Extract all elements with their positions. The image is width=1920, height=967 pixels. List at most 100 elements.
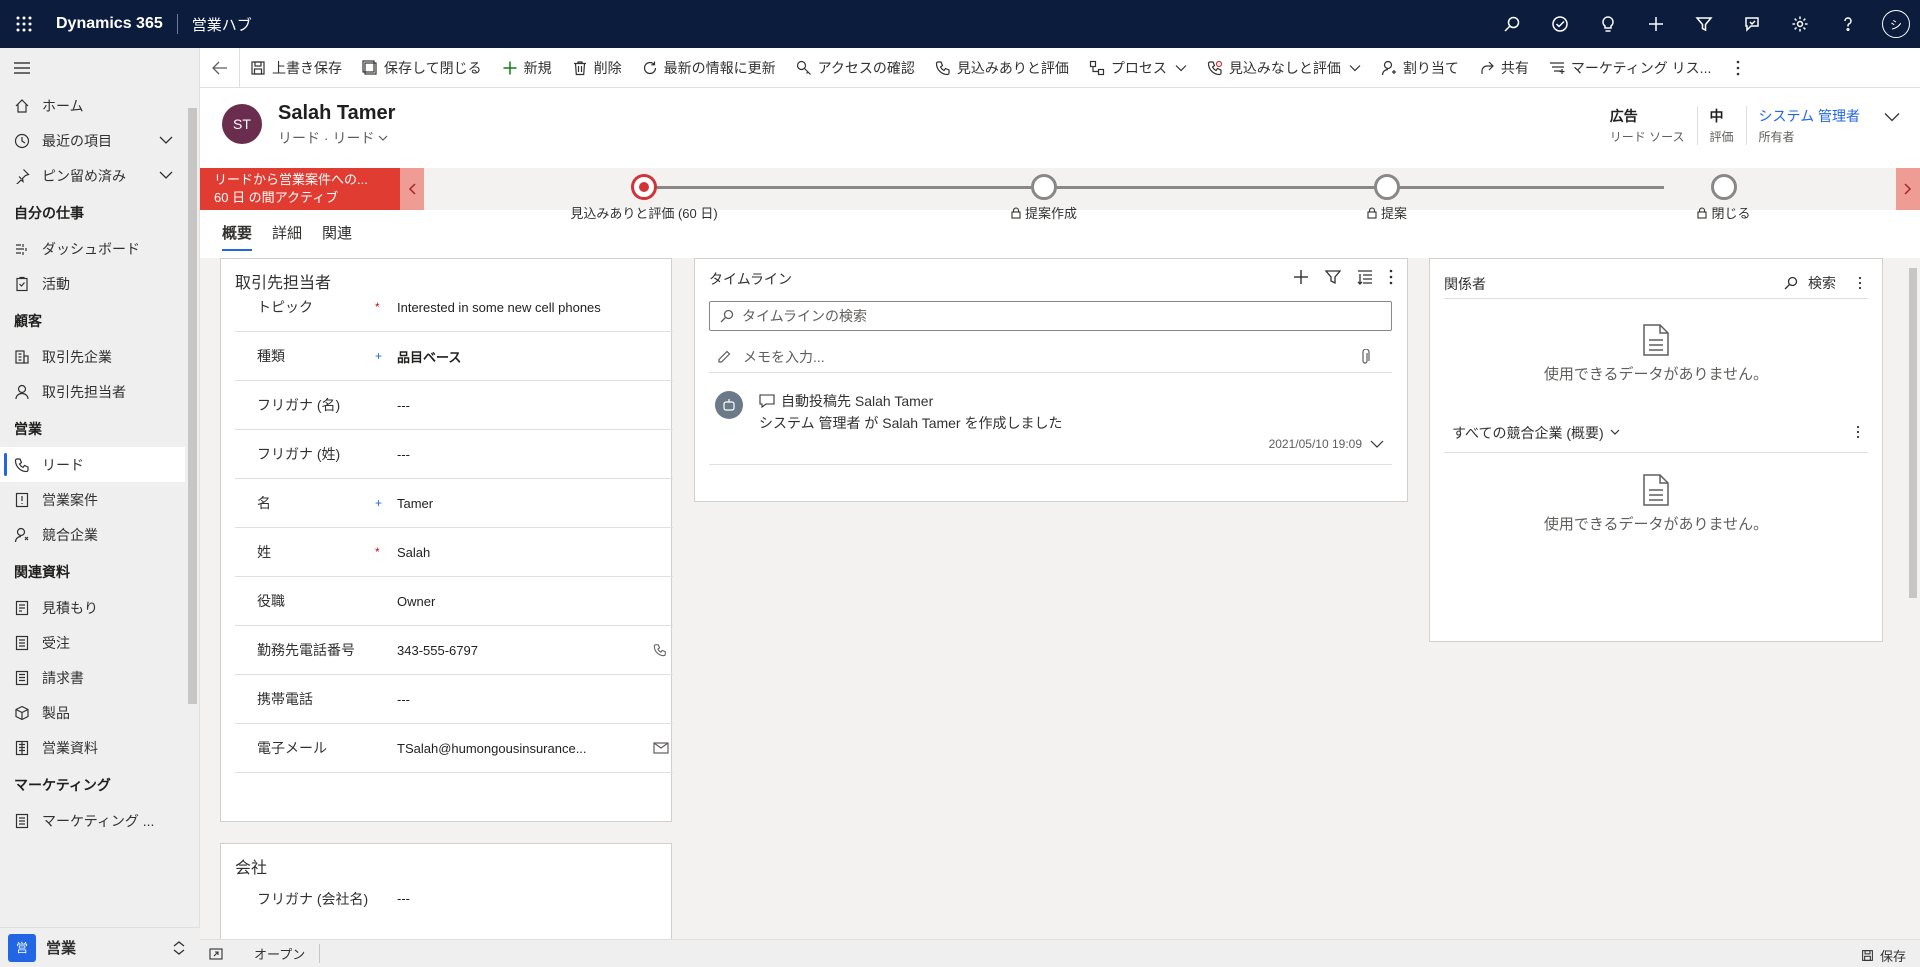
sidebar-item-invoices[interactable]: 請求書 — [0, 660, 199, 695]
more-commands-button[interactable] — [1721, 48, 1761, 88]
new-button[interactable]: 新規 — [492, 48, 562, 88]
tab-details[interactable]: 詳細 — [272, 222, 302, 251]
field-value[interactable]: --- — [397, 398, 673, 413]
sort-icon[interactable] — [1357, 269, 1373, 285]
save-button[interactable]: 上書き保存 — [240, 48, 352, 88]
open-in-new-window-icon[interactable] — [200, 947, 232, 960]
scrollbar-thumb[interactable] — [1909, 268, 1917, 598]
field-yomi-last-name[interactable]: フリガナ (姓) --- — [235, 430, 673, 479]
stakeholders-search-button[interactable]: 検索 — [1808, 273, 1836, 293]
sidebar-item-competitors[interactable]: 競合企業 — [0, 517, 199, 552]
bpf-stage-close[interactable]: 閉じる — [1594, 168, 1854, 222]
plus-icon[interactable] — [1293, 269, 1309, 285]
scrollbar-thumb[interactable] — [188, 108, 197, 704]
field-value[interactable]: Tamer — [397, 496, 673, 511]
field-yomi-company-name[interactable]: フリガナ (会社名) --- — [235, 874, 673, 923]
sidebar-item-contacts[interactable]: 取引先担当者 — [0, 374, 199, 409]
brand-name[interactable]: Dynamics 365 — [48, 15, 177, 33]
sidebar-item-activities[interactable]: 活動 — [0, 266, 199, 301]
tab-related[interactable]: 関連 — [322, 222, 352, 251]
back-button[interactable] — [200, 47, 240, 88]
refresh-button[interactable]: 最新の情報に更新 — [632, 48, 786, 88]
phone-icon[interactable] — [653, 643, 673, 657]
target-icon[interactable] — [1536, 0, 1584, 48]
sidebar-item-orders[interactable]: 受注 — [0, 625, 199, 660]
bpf-prev-button[interactable] — [400, 168, 424, 210]
statusbar-save-button[interactable]: 保存 — [1861, 946, 1906, 965]
search-icon[interactable] — [1488, 0, 1536, 48]
save-and-close-button[interactable]: 保存して閉じる — [352, 48, 492, 88]
sidebar-item-marketing-lists[interactable]: マーケティング ... — [0, 803, 199, 838]
field-value[interactable]: Salah — [397, 545, 673, 560]
field-first-name[interactable]: 名 + Tamer — [235, 479, 673, 528]
timeline-post[interactable]: 自動投稿先 Salah Tamer システム 管理者 が Salah Tamer… — [709, 383, 1392, 465]
hamburger-menu-icon[interactable] — [0, 48, 199, 88]
share-button[interactable]: 共有 — [1469, 48, 1539, 88]
field-business-phone[interactable]: 勤務先電話番号 343-555-6797 — [235, 626, 673, 675]
form-scrollbar[interactable] — [1906, 258, 1920, 939]
help-icon[interactable] — [1824, 0, 1872, 48]
chevron-down-icon[interactable] — [1884, 112, 1900, 122]
tab-summary[interactable]: 概要 — [222, 222, 253, 251]
field-value[interactable]: --- — [397, 891, 673, 906]
filter-icon[interactable] — [1680, 0, 1728, 48]
sidebar-item-quotes[interactable]: 見積もり — [0, 590, 199, 625]
field-job-title[interactable]: 役職 Owner — [235, 577, 673, 626]
paperclip-icon[interactable] — [1360, 349, 1370, 365]
app-name[interactable]: 営業ハブ — [178, 14, 252, 35]
gear-icon[interactable] — [1776, 0, 1824, 48]
qualify-button[interactable]: 見込みありと評価 — [925, 48, 1079, 88]
chevron-down-icon[interactable] — [1370, 440, 1384, 448]
form-selector[interactable]: リード · リード — [278, 128, 388, 148]
field-value[interactable]: 343-555-6797 — [397, 643, 653, 658]
user-avatar[interactable]: シ — [1872, 0, 1920, 48]
field-mobile-phone[interactable]: 携帯電話 --- — [235, 675, 673, 724]
sidebar-item-sales-literature[interactable]: 営業資料 — [0, 730, 199, 765]
disqualify-button[interactable]: 見込みなしと評価 — [1197, 48, 1371, 88]
marketing-list-button[interactable]: マーケティング リス... — [1539, 48, 1721, 88]
field-topic[interactable]: トピック * Interested in some new cell phone… — [235, 283, 673, 332]
sidebar-scrollbar[interactable] — [185, 108, 199, 967]
lightbulb-icon[interactable] — [1584, 0, 1632, 48]
bpf-next-button[interactable] — [1896, 168, 1920, 210]
active-process-flyout[interactable]: リードから営業案件への... 60 日 の間アクティブ — [200, 168, 400, 210]
area-switcher[interactable]: 営 営業 — [0, 927, 200, 967]
timeline-search-input[interactable]: タイムラインの検索 — [709, 301, 1392, 331]
more-vertical-icon[interactable] — [1858, 276, 1862, 290]
bpf-stage-propose[interactable]: 提案 — [1257, 168, 1517, 222]
field-value[interactable]: TSalah@humongousinsurance... — [397, 741, 653, 756]
field-last-name[interactable]: 姓 * Salah — [235, 528, 673, 577]
assign-button[interactable]: 割り当て — [1371, 48, 1469, 88]
mail-icon[interactable] — [653, 742, 673, 754]
process-button[interactable]: プロセス — [1079, 48, 1197, 88]
sidebar-item-recent[interactable]: 最近の項目 — [0, 123, 199, 158]
sidebar-item-pinned[interactable]: ピン留め済み — [0, 158, 199, 193]
field-email[interactable]: 電子メール TSalah@humongousinsurance... — [235, 724, 673, 773]
app-launcher-icon[interactable] — [0, 0, 48, 48]
assistant-icon[interactable] — [1728, 0, 1776, 48]
sidebar-item-leads[interactable]: リード — [0, 447, 199, 482]
field-value[interactable]: Interested in some new cell phones — [397, 300, 673, 315]
owner-link[interactable]: システム 管理者 — [1759, 106, 1860, 126]
bpf-stage-develop[interactable]: 提案作成 — [914, 168, 1174, 222]
sidebar-item-home[interactable]: ホーム — [0, 88, 199, 123]
check-access-button[interactable]: アクセスの確認 — [786, 48, 925, 88]
delete-button[interactable]: 削除 — [562, 48, 632, 88]
bpf-stage-qualify[interactable]: 見込みありと評価 (60 日) — [514, 168, 774, 222]
note-input[interactable]: メモを入力... — [709, 341, 1392, 373]
competitors-view-selector[interactable]: すべての競合企業 (概要) — [1444, 413, 1868, 453]
sidebar-item-opportunities[interactable]: 営業案件 — [0, 482, 199, 517]
more-vertical-icon[interactable] — [1856, 425, 1860, 439]
sidebar-item-products[interactable]: 製品 — [0, 695, 199, 730]
plus-icon[interactable] — [1632, 0, 1680, 48]
sidebar-item-accounts[interactable]: 取引先企業 — [0, 339, 199, 374]
field-yomi-first-name[interactable]: フリガナ (名) --- — [235, 381, 673, 430]
search-icon[interactable] — [1784, 276, 1798, 290]
more-vertical-icon[interactable] — [1389, 269, 1393, 285]
field-value[interactable]: 品目ベース — [397, 347, 673, 366]
sidebar-item-dashboard[interactable]: ダッシュボード — [0, 231, 199, 266]
field-value[interactable]: --- — [397, 447, 673, 462]
field-value[interactable]: Owner — [397, 594, 673, 609]
field-type[interactable]: 種類 + 品目ベース — [235, 332, 673, 381]
filter-icon[interactable] — [1325, 269, 1341, 285]
